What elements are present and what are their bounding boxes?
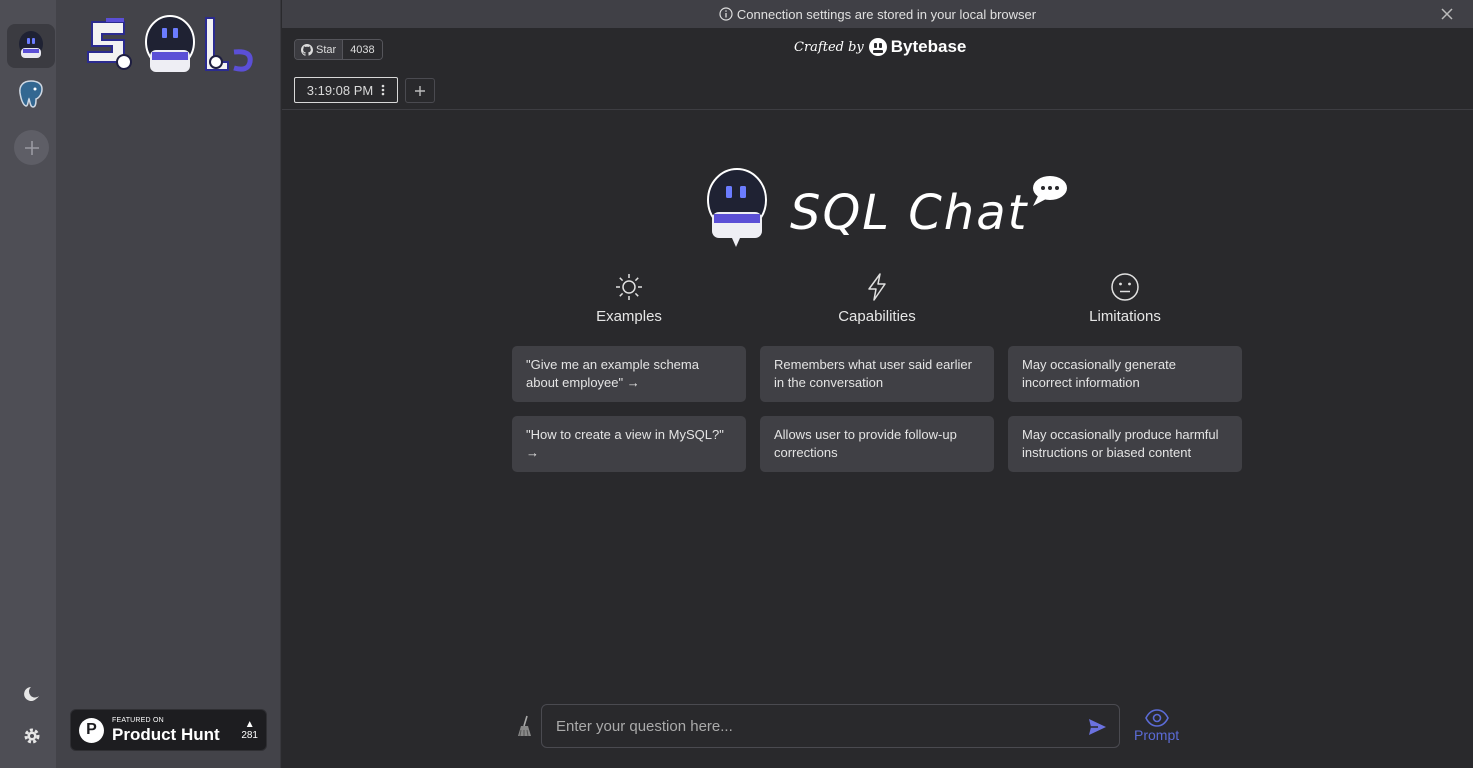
banner-close-button[interactable] bbox=[1439, 6, 1455, 22]
add-connection-button[interactable] bbox=[14, 130, 49, 165]
example-card[interactable]: "Give me an example schema about employe… bbox=[512, 346, 746, 402]
product-hunt-logo-icon: P bbox=[79, 717, 104, 743]
postgresql-elephant-icon bbox=[19, 80, 43, 108]
question-input[interactable] bbox=[556, 717, 1096, 735]
crafted-by-link[interactable]: Crafted by Bytebase bbox=[794, 37, 966, 57]
column-examples: Examples "Give me an example schema abou… bbox=[512, 272, 746, 486]
github-icon bbox=[301, 43, 313, 56]
capability-card: Allows user to provide follow-up correct… bbox=[760, 416, 994, 472]
sqlchat-logo bbox=[84, 12, 256, 78]
github-star-button[interactable]: Star 4038 bbox=[294, 39, 383, 60]
column-limitations: Limitations May occasionally generate in… bbox=[1008, 272, 1242, 486]
github-star-label: Star bbox=[316, 43, 337, 56]
product-hunt-featured-label: FEATURED ON bbox=[112, 717, 164, 724]
limitation-card: May occasionally produce harmful instruc… bbox=[1008, 416, 1242, 472]
chat-input-row: Prompt bbox=[514, 704, 1179, 748]
sqlchat-robot-icon bbox=[19, 31, 43, 58]
postgres-connection-button[interactable] bbox=[7, 72, 55, 116]
dark-mode-toggle[interactable] bbox=[20, 682, 44, 706]
chat-tab[interactable]: 3:19:08 PM bbox=[294, 77, 398, 103]
feature-columns: Examples "Give me an example schema abou… bbox=[512, 272, 1242, 486]
product-hunt-count: 281 bbox=[241, 730, 258, 741]
close-icon bbox=[1441, 8, 1453, 20]
gear-icon bbox=[24, 728, 40, 744]
eye-icon bbox=[1144, 709, 1169, 727]
chat-tab-bar bbox=[282, 70, 1473, 110]
more-vertical-icon[interactable] bbox=[381, 84, 385, 96]
sqlchat-logo-icon bbox=[87, 15, 253, 72]
info-banner: Connection settings are stored in your l… bbox=[282, 0, 1473, 28]
chat-sidebar: P FEATURED ON Product Hunt ▲ 281 bbox=[56, 0, 281, 768]
top-bar: Star 4038 Crafted by Bytebase bbox=[282, 28, 1473, 70]
bytebase-logo-icon bbox=[868, 38, 887, 56]
lightning-icon bbox=[868, 273, 886, 301]
hero-title: SQL Chat bbox=[790, 185, 1029, 241]
prompt-button[interactable]: Prompt bbox=[1134, 709, 1179, 743]
capability-card: Remembers what user said earlier in the … bbox=[760, 346, 994, 402]
plus-icon bbox=[24, 140, 39, 155]
github-star-count: 4038 bbox=[343, 40, 382, 59]
question-input-box bbox=[541, 704, 1120, 748]
neutral-face-icon bbox=[1111, 273, 1139, 301]
broom-icon bbox=[518, 715, 531, 737]
hero-section: SQL Chat bbox=[706, 168, 1068, 248]
send-icon[interactable] bbox=[1087, 717, 1107, 737]
sqlchat-connection-button[interactable] bbox=[7, 24, 55, 68]
new-chat-tab-button[interactable] bbox=[405, 78, 435, 103]
prompt-label: Prompt bbox=[1134, 727, 1180, 743]
column-capabilities: Capabilities Remembers what user said ea… bbox=[760, 272, 994, 486]
moon-icon bbox=[24, 687, 39, 701]
limitation-card: May occasionally generate incorrect info… bbox=[1008, 346, 1242, 402]
plus-icon bbox=[415, 85, 425, 96]
clear-conversation-button[interactable] bbox=[514, 715, 536, 737]
chat-main: Connection settings are stored in your l… bbox=[282, 0, 1473, 768]
bytebase-brand: Bytebase bbox=[890, 37, 967, 56]
speech-bubble-icon bbox=[1033, 176, 1068, 206]
chat-tab-label: 3:19:08 PM bbox=[306, 82, 374, 98]
crafted-by-prefix: Crafted by bbox=[794, 39, 864, 55]
info-circle-icon bbox=[719, 7, 733, 21]
connection-rail bbox=[0, 0, 56, 768]
product-hunt-badge[interactable]: P FEATURED ON Product Hunt ▲ 281 bbox=[70, 709, 267, 751]
sun-icon bbox=[615, 274, 642, 300]
settings-button[interactable] bbox=[20, 724, 44, 748]
column-title: Capabilities bbox=[838, 308, 916, 325]
example-card[interactable]: "How to create a view in MySQL?" → bbox=[512, 416, 746, 472]
product-hunt-name: Product Hunt bbox=[112, 725, 220, 744]
column-title: Examples bbox=[596, 308, 662, 325]
banner-text: Connection settings are stored in your l… bbox=[736, 6, 1037, 22]
sqlchat-robot-icon bbox=[707, 168, 767, 247]
column-title: Limitations bbox=[1089, 308, 1161, 325]
upvote-triangle-icon: ▲ bbox=[244, 719, 255, 730]
